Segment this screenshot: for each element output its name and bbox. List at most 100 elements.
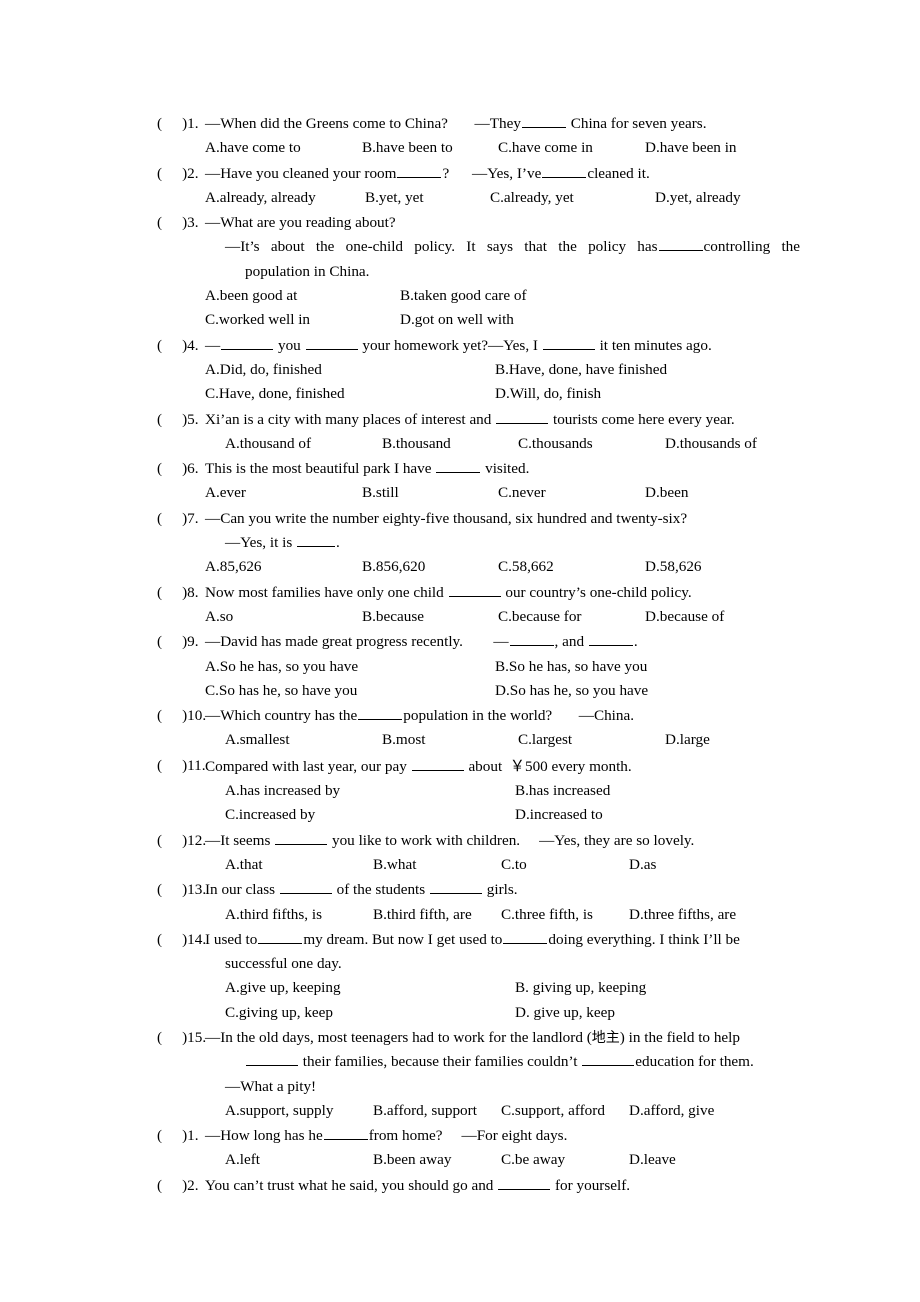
option-c[interactable]: C.be away: [501, 1148, 629, 1172]
answer-blank[interactable]: [279, 879, 332, 895]
option-a[interactable]: A.Did, do, finished: [205, 358, 495, 382]
answer-bracket[interactable]: ()7.: [157, 507, 205, 531]
option-d[interactable]: D.as: [629, 853, 656, 877]
option-d[interactable]: D.three fifths, are: [629, 903, 736, 927]
answer-blank[interactable]: [498, 1174, 551, 1190]
answer-blank[interactable]: [509, 631, 554, 647]
option-c[interactable]: C.never: [498, 481, 645, 505]
option-b[interactable]: B.856,620: [362, 555, 498, 579]
option-d[interactable]: D.large: [665, 728, 710, 752]
option-d[interactable]: D.increased to: [515, 803, 603, 827]
option-d[interactable]: D.thousands of: [665, 432, 757, 456]
answer-blank[interactable]: [588, 631, 633, 647]
option-a[interactable]: A.support, supply: [225, 1099, 373, 1123]
option-a[interactable]: A.has increased by: [225, 779, 515, 803]
answer-blank[interactable]: [503, 928, 548, 944]
option-a[interactable]: A.been good at: [205, 284, 400, 308]
option-c[interactable]: C.support, afford: [501, 1099, 629, 1123]
answer-bracket[interactable]: ()11.: [157, 754, 206, 778]
option-b[interactable]: B.thousand: [382, 432, 518, 456]
option-c[interactable]: C.because for: [498, 605, 645, 629]
option-a[interactable]: A.already, already: [205, 186, 365, 210]
answer-bracket[interactable]: ()1.: [157, 112, 205, 136]
answer-bracket[interactable]: ()4.: [157, 334, 205, 358]
answer-blank[interactable]: [297, 532, 336, 548]
option-a[interactable]: A.have come to: [205, 136, 362, 160]
option-d[interactable]: D.leave: [629, 1148, 676, 1172]
option-a[interactable]: A.ever: [205, 481, 362, 505]
option-c[interactable]: C.have come in: [498, 136, 645, 160]
option-c[interactable]: C.58,662: [498, 555, 645, 579]
answer-bracket[interactable]: ()15.: [157, 1026, 206, 1050]
option-b[interactable]: B.been away: [373, 1148, 501, 1172]
answer-blank[interactable]: [496, 408, 549, 424]
option-a[interactable]: A.thousand of: [225, 432, 382, 456]
option-a[interactable]: A.third fifths, is: [225, 903, 373, 927]
answer-blank[interactable]: [323, 1125, 368, 1141]
option-c[interactable]: C.Have, done, finished: [205, 382, 495, 406]
answer-blank[interactable]: [658, 236, 703, 252]
option-c[interactable]: C.thousands: [518, 432, 665, 456]
answer-blank[interactable]: [542, 162, 587, 178]
option-b[interactable]: B. giving up, keeping: [515, 976, 646, 1000]
option-b[interactable]: B.has increased: [515, 779, 610, 803]
answer-blank[interactable]: [542, 334, 595, 350]
option-b[interactable]: B.third fifth, are: [373, 903, 501, 927]
option-d[interactable]: D.Will, do, finish: [495, 382, 601, 406]
option-a[interactable]: A.85,626: [205, 555, 362, 579]
option-d[interactable]: D.afford, give: [629, 1099, 714, 1123]
option-d[interactable]: D.because of: [645, 605, 724, 629]
answer-blank[interactable]: [521, 113, 566, 128]
answer-bracket[interactable]: ()6.: [157, 457, 205, 481]
option-c[interactable]: C.to: [501, 853, 629, 877]
answer-bracket[interactable]: ()10.: [157, 704, 206, 728]
option-d[interactable]: D.have been in: [645, 136, 737, 160]
option-a[interactable]: A.So he has, so you have: [205, 655, 495, 679]
answer-bracket[interactable]: ()8.: [157, 581, 205, 605]
option-a[interactable]: A.smallest: [225, 728, 382, 752]
answer-blank[interactable]: [448, 581, 501, 597]
answer-blank[interactable]: [358, 705, 403, 721]
answer-bracket[interactable]: ()13.: [157, 878, 206, 902]
answer-blank[interactable]: [430, 879, 482, 895]
option-b[interactable]: B.still: [362, 481, 498, 505]
option-a[interactable]: A.that: [225, 853, 373, 877]
option-d[interactable]: D. give up, keep: [515, 1001, 615, 1025]
option-c[interactable]: C.already, yet: [490, 186, 655, 210]
answer-bracket[interactable]: ()1.: [157, 1124, 205, 1148]
option-b[interactable]: B.most: [382, 728, 518, 752]
option-a[interactable]: A.left: [225, 1148, 373, 1172]
option-a[interactable]: A.so: [205, 605, 362, 629]
answer-bracket[interactable]: ()2.: [157, 162, 205, 186]
option-d[interactable]: D.been: [645, 481, 688, 505]
option-b[interactable]: B.taken good care of: [400, 284, 527, 308]
option-b[interactable]: B.yet, yet: [365, 186, 490, 210]
answer-bracket[interactable]: ()14.: [157, 928, 206, 952]
answer-blank[interactable]: [436, 458, 481, 474]
option-b[interactable]: B.Have, done, have finished: [495, 358, 667, 382]
answer-blank[interactable]: [258, 928, 303, 944]
answer-blank[interactable]: [411, 755, 464, 771]
answer-blank[interactable]: [305, 334, 358, 350]
answer-bracket[interactable]: ()5.: [157, 408, 205, 432]
answer-blank[interactable]: [582, 1051, 635, 1067]
answer-blank[interactable]: [397, 162, 442, 178]
option-c[interactable]: C.three fifth, is: [501, 903, 629, 927]
option-b[interactable]: B.have been to: [362, 136, 498, 160]
option-c[interactable]: C.increased by: [225, 803, 515, 827]
option-b[interactable]: B.what: [373, 853, 501, 877]
option-a[interactable]: A.give up, keeping: [225, 976, 515, 1000]
answer-bracket[interactable]: ()12.: [157, 829, 206, 853]
option-d[interactable]: D.So has he, so you have: [495, 679, 648, 703]
option-c[interactable]: C.giving up, keep: [225, 1001, 515, 1025]
answer-bracket[interactable]: ()3.: [157, 211, 205, 235]
option-b[interactable]: B.So he has, so have you: [495, 655, 647, 679]
option-c[interactable]: C.So has he, so have you: [205, 679, 495, 703]
answer-bracket[interactable]: ()9.: [157, 630, 205, 654]
option-d[interactable]: D.58,626: [645, 555, 702, 579]
answer-bracket[interactable]: ()2.: [157, 1174, 205, 1198]
answer-blank[interactable]: [221, 334, 274, 350]
option-d[interactable]: D.got on well with: [400, 308, 514, 332]
option-c[interactable]: C.worked well in: [205, 308, 400, 332]
option-b[interactable]: B.because: [362, 605, 498, 629]
